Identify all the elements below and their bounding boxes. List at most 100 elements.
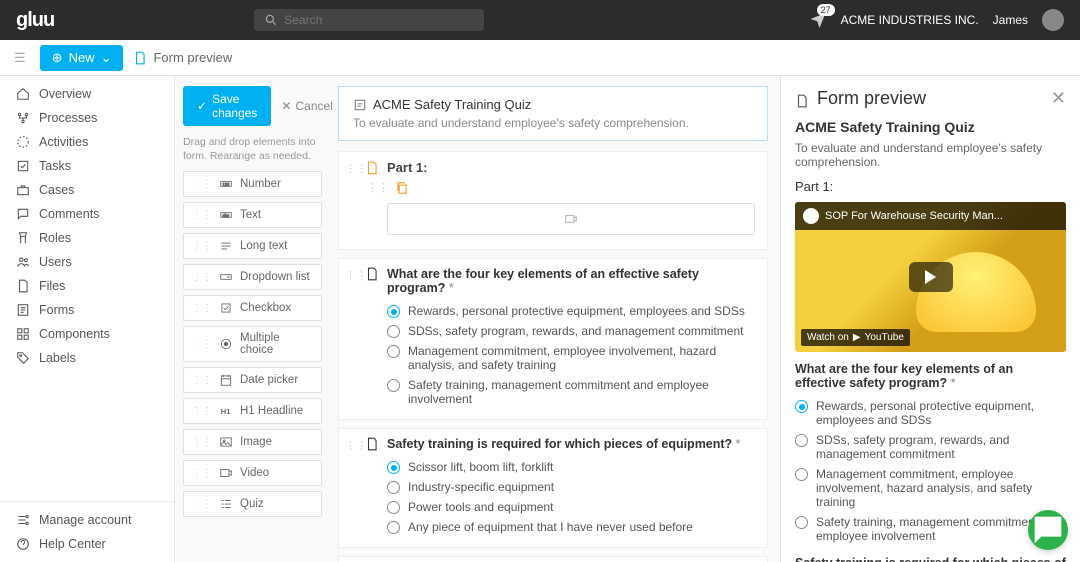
radio-icon bbox=[387, 345, 400, 358]
notifications-icon[interactable]: 27 bbox=[809, 10, 827, 31]
drag-handle-icon[interactable]: ⋮⋮ bbox=[345, 269, 367, 282]
document-icon bbox=[365, 437, 379, 451]
question-text: Safety training is required for which pi… bbox=[387, 437, 755, 451]
help-icon bbox=[16, 537, 30, 551]
processes-icon bbox=[16, 111, 30, 125]
new-button[interactable]: ⊕ New ⌄ bbox=[40, 45, 124, 71]
preview-question: Safety training is required for which pi… bbox=[795, 556, 1066, 562]
comments-icon bbox=[16, 207, 30, 221]
play-icon[interactable] bbox=[909, 262, 953, 292]
drag-handle-icon: ⋮⋮ bbox=[192, 272, 212, 283]
question-block[interactable]: ⋮⋮How often should protective equipment … bbox=[338, 556, 768, 562]
palette-long-text[interactable]: ⋮⋮Long text bbox=[183, 233, 322, 259]
save-button[interactable]: ✓ Save changes bbox=[183, 86, 271, 126]
video-icon bbox=[564, 212, 578, 226]
close-icon: ✕ bbox=[281, 99, 291, 113]
dropdown-icon bbox=[219, 270, 233, 284]
palette-date-picker[interactable]: ⋮⋮Date picker bbox=[183, 367, 322, 393]
manage-icon bbox=[16, 513, 30, 527]
sidebar-item-overview[interactable]: Overview bbox=[0, 82, 174, 106]
sidebar-item-components[interactable]: Components bbox=[0, 322, 174, 346]
breadcrumb[interactable]: Form preview bbox=[133, 50, 232, 65]
sidebar-item-roles[interactable]: Roles bbox=[0, 226, 174, 250]
sidebar-item-files[interactable]: Files bbox=[0, 274, 174, 298]
youtube-icon: ▶ bbox=[853, 332, 861, 343]
radio-icon bbox=[795, 434, 808, 447]
sidebar-item-help-center[interactable]: Help Center bbox=[0, 532, 174, 556]
drag-handle-icon: ⋮⋮ bbox=[192, 210, 212, 221]
plus-icon: ⊕ bbox=[52, 50, 63, 66]
palette-dropdown-list[interactable]: ⋮⋮Dropdown list bbox=[183, 264, 322, 290]
sidebar-item-processes[interactable]: Processes bbox=[0, 106, 174, 130]
sidebar-item-comments[interactable]: Comments bbox=[0, 202, 174, 226]
search-input-wrap[interactable] bbox=[254, 9, 484, 31]
option[interactable]: Power tools and equipment bbox=[387, 497, 755, 517]
radio-icon bbox=[795, 468, 808, 481]
drag-handle-icon[interactable]: ⋮⋮ bbox=[345, 439, 367, 452]
preview-option[interactable]: Safety training, management commitment a… bbox=[795, 512, 1066, 546]
option[interactable]: Management commitment, employee involvem… bbox=[387, 341, 755, 375]
radio-icon bbox=[387, 305, 400, 318]
palette-quiz[interactable]: ⋮⋮Quiz bbox=[183, 491, 322, 517]
sidebar-item-cases[interactable]: Cases bbox=[0, 178, 174, 202]
preview-question: What are the four key elements of an eff… bbox=[795, 362, 1066, 390]
drag-handle-icon[interactable]: ⋮⋮ bbox=[345, 162, 367, 175]
radio-icon bbox=[219, 337, 233, 351]
search-input[interactable] bbox=[284, 13, 474, 27]
element-palette: ✓ Save changes ✕ Cancel Drag and drop el… bbox=[175, 76, 330, 562]
youtube-avatar bbox=[803, 208, 819, 224]
copy-icon[interactable] bbox=[395, 181, 409, 195]
palette-number[interactable]: ⋮⋮123Number bbox=[183, 171, 322, 197]
question-block[interactable]: ⋮⋮ Safety training is required for which … bbox=[338, 428, 768, 548]
sidebar-item-forms[interactable]: Forms bbox=[0, 298, 174, 322]
user-name[interactable]: James bbox=[993, 13, 1028, 27]
sidebar-item-tasks[interactable]: Tasks bbox=[0, 154, 174, 178]
form-canvas: ACME Safety Training Quiz To evaluate an… bbox=[330, 76, 780, 562]
quiz-icon bbox=[219, 497, 233, 511]
option[interactable]: Any piece of equipment that I have never… bbox=[387, 517, 755, 537]
cancel-button[interactable]: ✕ Cancel bbox=[281, 99, 332, 113]
option[interactable]: SDSs, safety program, rewards, and manag… bbox=[387, 321, 755, 341]
drag-handle-icon: ⋮⋮ bbox=[192, 179, 212, 190]
palette-image[interactable]: ⋮⋮Image bbox=[183, 429, 322, 455]
video-icon bbox=[219, 466, 233, 480]
preview-option[interactable]: Management commitment, employee involvem… bbox=[795, 464, 1066, 512]
avatar[interactable] bbox=[1042, 9, 1064, 31]
drag-handle-icon: ⋮⋮ bbox=[192, 339, 212, 350]
sidebar-item-activities[interactable]: Activities bbox=[0, 130, 174, 154]
preview-option[interactable]: Rewards, personal protective equipment, … bbox=[795, 396, 1066, 430]
svg-text:abc: abc bbox=[223, 213, 230, 218]
video-placeholder[interactable] bbox=[387, 203, 755, 235]
palette-h1-headline[interactable]: ⋮⋮H1H1 Headline bbox=[183, 398, 322, 424]
option[interactable]: Scissor lift, boom lift, forklift bbox=[387, 457, 755, 477]
sidebar-item-users[interactable]: Users bbox=[0, 250, 174, 274]
form-header[interactable]: ACME Safety Training Quiz To evaluate an… bbox=[338, 86, 768, 141]
radio-icon bbox=[387, 325, 400, 338]
option[interactable]: Industry-specific equipment bbox=[387, 477, 755, 497]
video-thumbnail[interactable]: SOP For Warehouse Security Man... Watch … bbox=[795, 202, 1066, 352]
preview-part: Part 1: bbox=[795, 179, 1066, 194]
files-icon bbox=[16, 279, 30, 293]
chat-fab[interactable] bbox=[1028, 510, 1068, 550]
drag-handle-icon[interactable]: ⋮⋮ bbox=[367, 181, 389, 195]
menu-icon[interactable]: ☰ bbox=[10, 46, 30, 70]
company-name[interactable]: ACME INDUSTRIES INC. bbox=[841, 13, 979, 27]
sidebar-item-labels[interactable]: Labels bbox=[0, 346, 174, 370]
topbar: gluu 27 ACME INDUSTRIES INC. James bbox=[0, 0, 1080, 40]
svg-text:H1: H1 bbox=[221, 407, 231, 416]
logo: gluu bbox=[16, 9, 54, 32]
activities-icon bbox=[16, 135, 30, 149]
palette-checkbox[interactable]: ⋮⋮Checkbox bbox=[183, 295, 322, 321]
option[interactable]: Safety training, management commitment a… bbox=[387, 375, 755, 409]
palette-multiple-choice[interactable]: ⋮⋮Multiple choice bbox=[183, 326, 322, 362]
sidebar-item-manage-account[interactable]: Manage account bbox=[0, 508, 174, 532]
palette-video[interactable]: ⋮⋮Video bbox=[183, 460, 322, 486]
search-icon bbox=[264, 13, 278, 27]
option[interactable]: Rewards, personal protective equipment, … bbox=[387, 301, 755, 321]
part-block[interactable]: ⋮⋮ Part 1: ⋮⋮ bbox=[338, 151, 768, 250]
close-icon[interactable]: ✕ bbox=[1051, 88, 1066, 109]
palette-text[interactable]: ⋮⋮abcText bbox=[183, 202, 322, 228]
question-block[interactable]: ⋮⋮What are the four key elements of an e… bbox=[338, 258, 768, 420]
preview-option[interactable]: SDSs, safety program, rewards, and manag… bbox=[795, 430, 1066, 464]
checkbox-icon bbox=[219, 301, 233, 315]
